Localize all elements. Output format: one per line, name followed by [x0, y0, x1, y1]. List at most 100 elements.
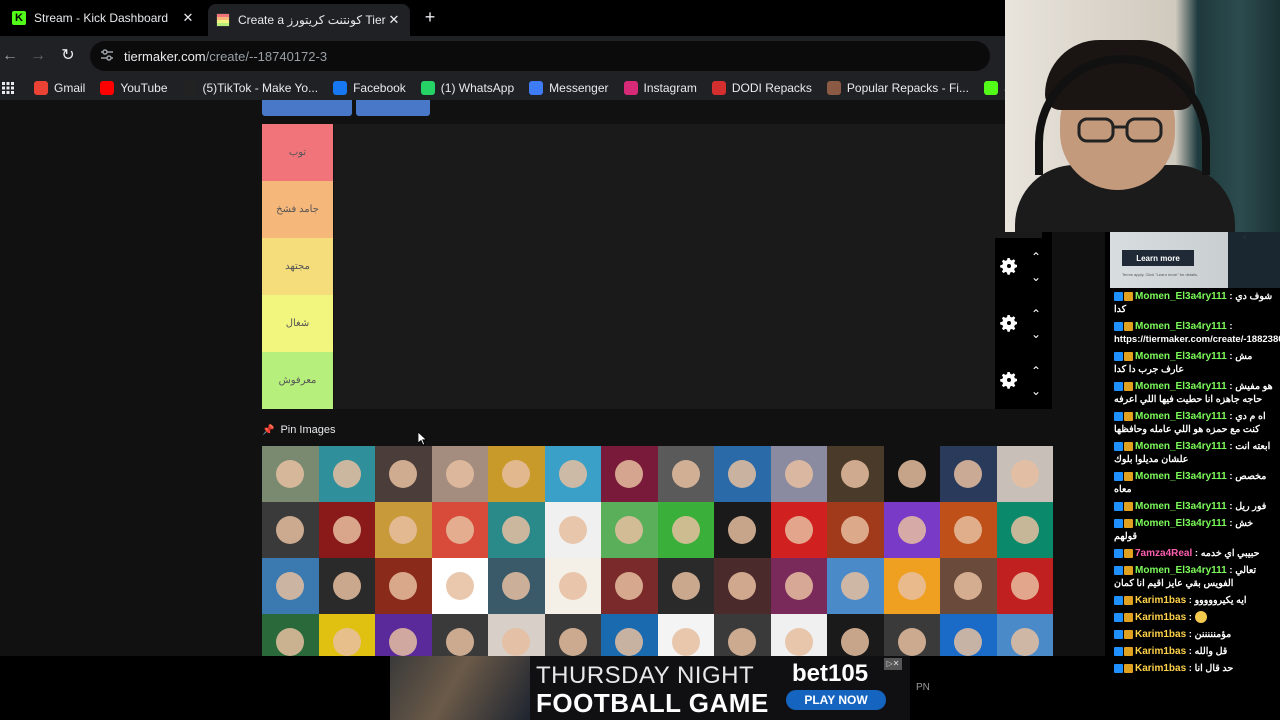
creator-image[interactable] — [488, 614, 545, 656]
bookmark-messenger[interactable]: Messenger — [529, 81, 609, 95]
creator-image[interactable] — [940, 502, 997, 558]
chat-username[interactable]: Momen_El3a4ry111 — [1135, 471, 1227, 482]
creator-image[interactable] — [827, 446, 884, 502]
tier-drop-zone[interactable] — [333, 352, 1052, 408]
creator-image[interactable] — [883, 446, 940, 502]
chat-username[interactable]: Momen_El3a4ry111 — [1135, 501, 1227, 512]
chat-ad[interactable]: Learn more Terms apply. Click "Learn mor… — [1110, 232, 1280, 288]
creator-image[interactable] — [375, 558, 432, 614]
creator-image[interactable] — [318, 446, 375, 502]
creator-image[interactable] — [601, 446, 658, 502]
creator-image[interactable] — [318, 502, 375, 558]
reload-icon[interactable]: ↻ — [58, 46, 78, 66]
chat-username[interactable]: Momen_El3a4ry111 — [1135, 565, 1227, 576]
ad-banner[interactable]: THURSDAY NIGHT FOOTBALL GAME bet105 PLAY… — [390, 656, 910, 720]
tab-kick-dashboard[interactable]: K Stream - Kick Dashboard ✕ — [4, 4, 204, 32]
tier-drop-zone[interactable] — [333, 295, 1052, 351]
creator-image[interactable] — [770, 558, 827, 614]
move-up-icon[interactable]: ⌃ — [1029, 365, 1043, 377]
creator-image[interactable] — [714, 502, 771, 558]
chat-username[interactable]: Momen_El3a4ry111 — [1135, 381, 1227, 392]
creator-image[interactable] — [431, 446, 488, 502]
ad-choices-icon[interactable]: ▷✕ — [884, 658, 902, 670]
creator-image[interactable] — [262, 614, 319, 656]
creator-image[interactable] — [544, 446, 601, 502]
creator-image[interactable] — [488, 558, 545, 614]
ad-play-now-button[interactable]: PLAY NOW — [786, 690, 886, 710]
apps-grid-icon[interactable] — [2, 82, 14, 94]
move-up-icon[interactable]: ⌃ — [1029, 251, 1043, 263]
creator-image[interactable] — [940, 558, 997, 614]
creator-image[interactable] — [375, 614, 432, 656]
creator-image[interactable] — [318, 558, 375, 614]
chat-username[interactable]: Karim1bas — [1135, 612, 1186, 623]
creator-image[interactable] — [601, 558, 658, 614]
creator-image[interactable] — [544, 502, 601, 558]
creator-image[interactable] — [883, 614, 940, 656]
tab-tiermaker[interactable]: Create a كونتنت كريتورز Tier List ✕ — [208, 4, 410, 36]
creator-image[interactable] — [996, 446, 1053, 502]
tier-label[interactable]: توب — [262, 124, 333, 181]
chat-username[interactable]: Karim1bas — [1135, 646, 1186, 657]
share-button-2[interactable] — [356, 100, 430, 116]
close-ad-icon[interactable]: ✕ — [1242, 234, 1248, 241]
creator-image[interactable] — [714, 614, 771, 656]
address-bar[interactable]: tiermaker.com/create/--18740172-3 — [90, 41, 990, 71]
creator-image[interactable] — [318, 614, 375, 656]
creator-image[interactable] — [770, 502, 827, 558]
creator-image[interactable] — [883, 558, 940, 614]
chat-username[interactable]: Momen_El3a4ry111 — [1135, 411, 1227, 422]
chat-username[interactable]: Karim1bas — [1135, 629, 1186, 640]
gear-icon[interactable] — [999, 313, 1019, 333]
creator-image[interactable] — [488, 446, 545, 502]
creator-image[interactable] — [544, 558, 601, 614]
creator-image[interactable] — [770, 614, 827, 656]
bookmark-facebook[interactable]: Facebook — [333, 81, 406, 95]
creator-image[interactable] — [262, 502, 319, 558]
creator-image[interactable] — [996, 502, 1053, 558]
close-tab-icon[interactable]: ✕ — [180, 10, 196, 26]
creator-image[interactable] — [940, 614, 997, 656]
back-icon[interactable]: ← — [0, 46, 20, 66]
bookmark-youtube[interactable]: YouTube — [100, 81, 168, 95]
chat-username[interactable]: Momen_El3a4ry111 — [1135, 351, 1227, 362]
creator-image[interactable] — [262, 558, 319, 614]
creator-image[interactable] — [601, 614, 658, 656]
creator-image[interactable] — [657, 446, 714, 502]
tier-drop-zone[interactable] — [333, 124, 1052, 180]
tier-label[interactable]: شغال — [262, 295, 333, 352]
bookmark-tiktok[interactable]: (5)TikTok - Make Yo... — [182, 81, 318, 95]
creator-image[interactable] — [431, 558, 488, 614]
chat-username[interactable]: Karim1bas — [1135, 595, 1186, 606]
move-up-icon[interactable]: ⌃ — [1029, 308, 1043, 320]
creator-image[interactable] — [657, 614, 714, 656]
creator-image[interactable] — [657, 558, 714, 614]
forward-icon[interactable]: → — [28, 46, 48, 66]
close-tab-icon[interactable]: ✕ — [386, 12, 402, 28]
creator-image[interactable] — [996, 558, 1053, 614]
bookmark-instagram[interactable]: Instagram — [623, 81, 697, 95]
creator-image[interactable] — [601, 502, 658, 558]
bookmark-repacks[interactable]: Popular Repacks - Fi... — [826, 81, 969, 95]
creator-image[interactable] — [827, 614, 884, 656]
tier-drop-zone[interactable] — [333, 181, 1052, 237]
creator-image[interactable] — [431, 614, 488, 656]
pin-images-toggle[interactable]: 📌 Pin Images — [262, 424, 335, 436]
move-down-icon[interactable]: ⌄ — [1029, 385, 1043, 397]
creator-image[interactable] — [940, 446, 997, 502]
new-tab-button[interactable]: + — [420, 8, 440, 28]
creator-image[interactable] — [262, 446, 319, 502]
learn-more-button[interactable]: Learn more — [1122, 250, 1194, 266]
creator-image[interactable] — [714, 558, 771, 614]
gear-icon[interactable] — [999, 370, 1019, 390]
creator-image[interactable] — [714, 446, 771, 502]
creator-image[interactable] — [883, 502, 940, 558]
site-settings-icon[interactable] — [90, 48, 124, 64]
bookmark-whatsapp[interactable]: (1) WhatsApp — [420, 81, 514, 95]
creator-image[interactable] — [375, 502, 432, 558]
chat-username[interactable]: Momen_El3a4ry111 — [1135, 291, 1227, 302]
creator-image[interactable] — [770, 446, 827, 502]
creator-image[interactable] — [375, 446, 432, 502]
creator-image[interactable] — [827, 558, 884, 614]
creator-image[interactable] — [488, 502, 545, 558]
